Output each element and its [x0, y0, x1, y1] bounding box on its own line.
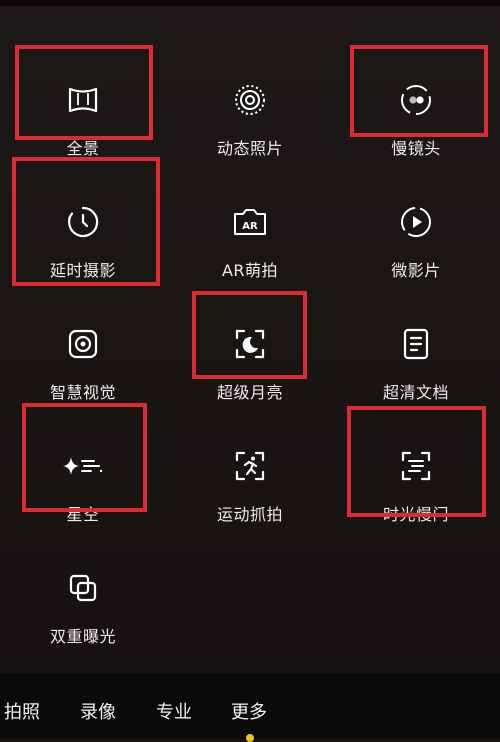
- live-photo-icon: [230, 80, 270, 120]
- sport-capture-icon: [230, 446, 270, 486]
- mode-double-exposure[interactable]: 双重曝光: [0, 528, 166, 648]
- mode-micro-movie[interactable]: 微影片: [333, 162, 499, 282]
- mode-label: 微影片: [391, 261, 441, 280]
- mode-tab-bar: 拍照 录像 专业 更多: [0, 673, 500, 739]
- micro-movie-icon: [396, 202, 436, 242]
- ar-icon: AR: [230, 202, 270, 242]
- svg-text:AR: AR: [242, 221, 258, 232]
- document-icon: [396, 324, 436, 364]
- tab-video[interactable]: 录像: [80, 698, 116, 724]
- mode-label: AR萌拍: [221, 261, 279, 280]
- mode-label: 慢镜头: [391, 139, 441, 158]
- active-tab-indicator: [246, 734, 254, 742]
- tab-pro[interactable]: 专业: [156, 698, 192, 724]
- mode-smart-vision[interactable]: 智慧视觉: [0, 284, 166, 404]
- highlight-box-light-painting: [347, 406, 486, 517]
- mode-live-photo[interactable]: 动态照片: [167, 40, 333, 160]
- mode-ar[interactable]: AR AR萌拍: [167, 162, 333, 282]
- tab-photo[interactable]: 拍照: [4, 698, 40, 724]
- mode-label: 超级月亮: [216, 383, 283, 402]
- modes-panel: 全景 动态照片 慢镜头 延时摄影 AR AR萌拍 微影片 智慧视觉 超级月亮 超…: [0, 0, 500, 673]
- mode-label: 动态照片: [216, 139, 283, 158]
- highlight-box-timelapse: [12, 157, 160, 286]
- highlight-box-super-moon: [192, 291, 307, 379]
- mode-label: 双重曝光: [49, 627, 116, 646]
- mode-label: 运动抓拍: [216, 505, 283, 524]
- highlight-box-panorama: [15, 45, 153, 140]
- highlight-box-starry-sky: [22, 403, 147, 512]
- mode-document[interactable]: 超清文档: [333, 284, 499, 404]
- top-edge: [0, 0, 500, 6]
- highlight-box-slow-motion: [350, 45, 488, 137]
- mode-label: 超清文档: [382, 383, 449, 402]
- tab-more[interactable]: 更多: [231, 698, 267, 724]
- double-exposure-icon: [63, 568, 103, 608]
- mode-label: 智慧视觉: [49, 383, 116, 402]
- smart-vision-icon: [63, 324, 103, 364]
- mode-sport-capture[interactable]: 运动抓拍: [167, 406, 333, 526]
